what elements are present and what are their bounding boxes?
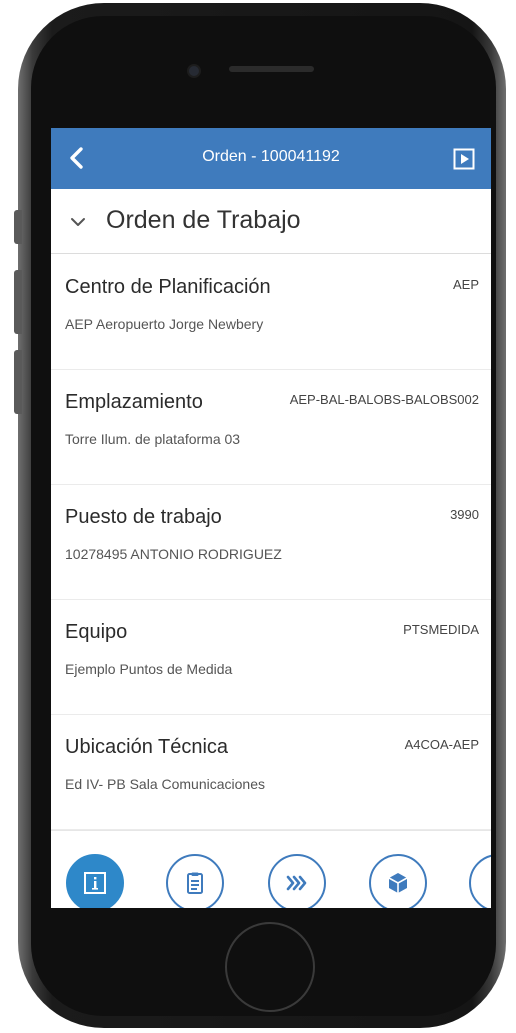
field-description: Ed IV- PB Sala Comunicaciones [65, 776, 265, 792]
app-header: Orden - 100041192 [51, 128, 491, 189]
bottom-action-bar [51, 830, 491, 908]
field-label: Emplazamiento [65, 391, 203, 413]
front-camera [187, 64, 201, 78]
field-centro-planificacion[interactable]: Centro de Planificación AEP AEP Aeropuer… [51, 254, 491, 370]
field-ubicacion-tecnica[interactable]: Ubicación Técnica A4COA-AEP Ed IV- PB Sa… [51, 714, 491, 830]
chevron-left-icon[interactable] [63, 144, 91, 172]
field-label: Equipo [65, 621, 128, 643]
operations-button[interactable] [268, 854, 326, 908]
field-code: A4COA-AEP [404, 737, 479, 752]
cube-icon [388, 873, 408, 893]
field-code: PTSMEDIDA [403, 622, 479, 637]
earpiece-speaker [229, 66, 314, 72]
info-icon [84, 872, 106, 894]
section-header[interactable]: Orden de Trabajo [51, 189, 491, 254]
field-label: Centro de Planificación [65, 276, 271, 298]
field-label: Ubicación Técnica [65, 736, 229, 758]
fast-forward-chevrons-icon [286, 875, 307, 891]
chevron-right-icon [485, 870, 491, 896]
field-description: Torre Ilum. de plataforma 03 [65, 431, 241, 447]
field-code: 3990 [450, 507, 479, 522]
field-equipo[interactable]: Equipo PTSMEDIDA Ejemplo Puntos de Medid… [51, 599, 491, 715]
phone-volume-up [14, 270, 22, 334]
field-code: AEP-BAL-BALOBS-BALOBS002 [289, 392, 479, 407]
clipboard-icon [187, 872, 203, 894]
field-label: Puesto de trabajo [65, 506, 222, 528]
home-button[interactable] [225, 922, 315, 1012]
play-box-icon[interactable] [453, 148, 475, 170]
page-title: Orden - 100041192 [202, 148, 340, 165]
field-puesto-trabajo[interactable]: Puesto de trabajo 3990 10278495 ANTONIO … [51, 484, 491, 600]
field-description: 10278495 ANTONIO RODRIGUEZ [65, 546, 282, 562]
field-description: Ejemplo Puntos de Medida [65, 661, 233, 677]
components-button[interactable] [369, 854, 427, 908]
app-screen: Orden - 100041192 Orden de Trabajo Centr… [51, 128, 491, 908]
field-description: AEP Aeropuerto Jorge Newbery [65, 316, 264, 332]
field-code: AEP [452, 277, 479, 292]
phone-mute-switch [14, 210, 22, 244]
chevron-down-icon[interactable] [69, 213, 87, 231]
clipboard-button[interactable] [166, 854, 224, 908]
phone-volume-down [14, 350, 22, 414]
info-button[interactable] [66, 854, 124, 908]
more-button[interactable] [469, 854, 491, 908]
field-emplazamiento[interactable]: Emplazamiento AEP-BAL-BALOBS-BALOBS002 T… [51, 369, 491, 485]
section-title: Orden de Trabajo [106, 206, 301, 234]
